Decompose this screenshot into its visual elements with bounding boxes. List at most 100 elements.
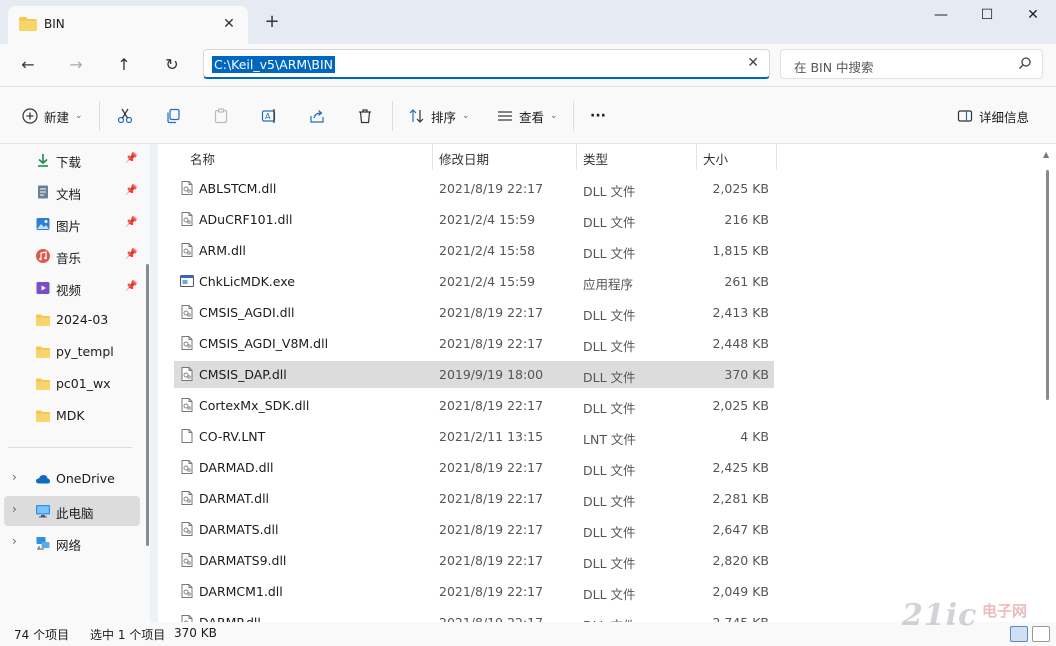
column-divider[interactable] xyxy=(576,144,577,170)
file-row[interactable]: CortexMx_SDK.dll 2021/8/19 22:17 DLL 文件 2,0… xyxy=(174,392,774,419)
copy-button[interactable] xyxy=(165,105,181,127)
refresh-button[interactable]: ↻ xyxy=(158,52,186,78)
more-options-button[interactable]: ··· xyxy=(590,105,606,127)
file-row[interactable]: CMSIS_AGDI_V8M.dll 2021/8/19 22:17 DLL 文件 2… xyxy=(174,330,774,357)
chevron-down-icon: ⌄ xyxy=(462,111,470,121)
column-header-modified[interactable]: 修改日期 xyxy=(439,144,489,170)
column-header-name[interactable]: 名称 xyxy=(190,144,215,170)
sidebar-item-label: 图片 xyxy=(56,219,82,234)
folder-icon xyxy=(19,17,37,31)
watermark-subtext: 电子网 xyxy=(982,602,1028,620)
file-row[interactable]: DARMAD.dll 2021/8/19 22:17 DLL 文件 2,425 KB xyxy=(174,454,774,481)
file-row[interactable]: DARMATS.dll 2021/8/19 22:17 DLL 文件 2,647 KB xyxy=(174,516,774,543)
file-modified-date: 2021/8/19 22:17 xyxy=(439,398,544,413)
file-row[interactable]: ADuCRF101.dll 2021/2/4 15:59 DLL 文件 216 KB xyxy=(174,206,774,233)
back-button[interactable]: ← xyxy=(14,52,42,78)
tiles-view-button[interactable] xyxy=(1032,626,1050,642)
search-input[interactable]: 在 BIN 中搜索 xyxy=(780,49,1043,79)
file-row[interactable]: CMSIS_AGDI.dll 2021/8/19 22:17 DLL 文件 2,413… xyxy=(174,299,774,326)
address-bar[interactable]: C:\Keil_v5\ARM\BIN ✕ xyxy=(203,49,770,79)
details-view-button[interactable] xyxy=(1010,626,1028,642)
sidebar-location-label: 网络 xyxy=(56,538,82,553)
navigation-pane: 下载 📌 文档 📌 图片 📌 音乐 📌 视频 📌 2024-03 py_templ pc01_wx MDK… xyxy=(0,144,150,622)
new-button[interactable]: 新建 ⌄ xyxy=(22,105,83,127)
pin-icon[interactable]: 📌 xyxy=(125,281,137,292)
rename-button[interactable]: A xyxy=(261,105,277,127)
file-row[interactable]: ChkLicMDK.exe 2021/2/4 15:59 应用程序 261 KB xyxy=(174,268,774,295)
sidebar-item-label: 文档 xyxy=(56,187,82,202)
column-divider[interactable] xyxy=(432,144,433,170)
document-icon xyxy=(38,185,48,199)
column-header-size[interactable]: 大小 xyxy=(703,144,728,170)
dll-file-icon xyxy=(179,397,195,416)
delete-button[interactable] xyxy=(357,105,373,127)
sidebar-scrollbar[interactable] xyxy=(146,264,149,546)
folder-icon xyxy=(36,378,50,390)
file-row[interactable]: ABLSTCM.dll 2021/8/19 22:17 DLL 文件 2,025 KB xyxy=(174,175,774,202)
sidebar-item-mdk[interactable]: MDK xyxy=(4,401,140,431)
view-button[interactable]: 查看 ⌄ xyxy=(497,105,558,127)
sidebar-item-[interactable]: 图片 📌 xyxy=(4,209,140,239)
file-name: CortexMx_SDK.dll xyxy=(199,398,310,413)
address-path[interactable]: C:\Keil_v5\ARM\BIN xyxy=(212,56,336,73)
clear-address-icon[interactable]: ✕ xyxy=(747,55,759,71)
sidebar-item-py-templ[interactable]: py_templ xyxy=(4,337,140,367)
dll-file-icon xyxy=(179,366,195,385)
file-size: 2,820 KB xyxy=(712,553,769,568)
chevron-right-icon[interactable]: › xyxy=(12,534,17,548)
pin-icon[interactable]: 📌 xyxy=(125,153,137,164)
sidebar-location-2[interactable]: › 网络 xyxy=(4,528,140,558)
file-row[interactable]: DARMAT.dll 2021/8/19 22:17 DLL 文件 2,281 KB xyxy=(174,485,774,512)
file-name: CMSIS_DAP.dll xyxy=(199,367,287,382)
navigation-bar: ← → ↑ ↻ C:\Keil_v5\ARM\BIN ✕ 在 BIN 中搜索 xyxy=(0,44,1056,86)
sidebar-item-[interactable]: 下载 📌 xyxy=(4,145,140,175)
file-type: DLL 文件 xyxy=(583,587,636,602)
sidebar-item-[interactable]: 音乐 📌 xyxy=(4,241,140,271)
file-row[interactable]: DARMP.dll 2021/8/19 22:17 DLL 文件 2,745 KB xyxy=(174,609,774,622)
cut-button[interactable] xyxy=(117,105,133,127)
tab-close-icon[interactable]: ✕ xyxy=(220,15,238,33)
chevron-right-icon[interactable]: › xyxy=(12,470,17,484)
up-button[interactable]: ↑ xyxy=(110,52,138,78)
file-row[interactable]: ARM.dll 2021/2/4 15:58 DLL 文件 1,815 KB xyxy=(174,237,774,264)
pin-icon[interactable]: 📌 xyxy=(125,185,137,196)
music-icon xyxy=(35,248,51,264)
new-tab-button[interactable]: + xyxy=(262,12,282,32)
close-window-button[interactable]: ✕ xyxy=(1010,0,1056,32)
search-placeholder: 在 BIN 中搜索 xyxy=(794,60,874,75)
sort-button[interactable]: 排序 ⌄ xyxy=(409,105,470,127)
pin-icon[interactable]: 📌 xyxy=(125,217,137,228)
dll-file-icon xyxy=(179,614,195,622)
file-row[interactable]: CO-RV.LNT 2021/2/11 13:15 LNT 文件 4 KB xyxy=(174,423,774,450)
column-divider[interactable] xyxy=(776,144,777,170)
file-row[interactable]: CMSIS_DAP.dll 2019/9/19 18:00 DLL 文件 370 KB xyxy=(174,361,774,388)
sidebar-location-0[interactable]: › OneDrive xyxy=(4,464,140,494)
minimize-button[interactable]: — xyxy=(918,0,964,32)
sidebar-location-1[interactable]: › 此电脑 xyxy=(4,496,140,526)
scrollbar-thumb[interactable] xyxy=(1046,170,1049,400)
dll-file-icon xyxy=(181,553,193,567)
dll-file-icon xyxy=(179,335,195,354)
details-pane-button[interactable]: 详细信息 xyxy=(957,105,1029,127)
tab-bin[interactable]: BIN ✕ xyxy=(8,6,248,44)
file-name: DARMAD.dll xyxy=(199,460,274,475)
rename-icon: A xyxy=(261,109,276,123)
paste-button[interactable] xyxy=(213,105,229,127)
forward-button[interactable]: → xyxy=(62,52,90,78)
column-header-type[interactable]: 类型 xyxy=(583,144,608,170)
scroll-up-icon[interactable]: ▲ xyxy=(1043,150,1049,159)
sidebar-item-[interactable]: 文档 📌 xyxy=(4,177,140,207)
file-list-scrollbar[interactable]: ▲ xyxy=(1043,150,1049,618)
sidebar-item-[interactable]: 视频 📌 xyxy=(4,273,140,303)
share-button[interactable] xyxy=(309,105,325,127)
sidebar-item-2024-03[interactable]: 2024-03 xyxy=(4,305,140,335)
pin-icon[interactable]: 📌 xyxy=(125,249,137,260)
file-size: 370 KB xyxy=(724,367,769,382)
item-count: 74 个项目 xyxy=(14,628,70,642)
maximize-button[interactable]: ☐ xyxy=(964,0,1010,32)
column-divider[interactable] xyxy=(696,144,697,170)
chevron-right-icon[interactable]: › xyxy=(12,502,17,516)
sidebar-item-pc01-wx[interactable]: pc01_wx xyxy=(4,369,140,399)
file-row[interactable]: DARMATS9.dll 2021/8/19 22:17 DLL 文件 2,820 K… xyxy=(174,547,774,574)
file-row[interactable]: DARMCM1.dll 2021/8/19 22:17 DLL 文件 2,049 KB xyxy=(174,578,774,605)
